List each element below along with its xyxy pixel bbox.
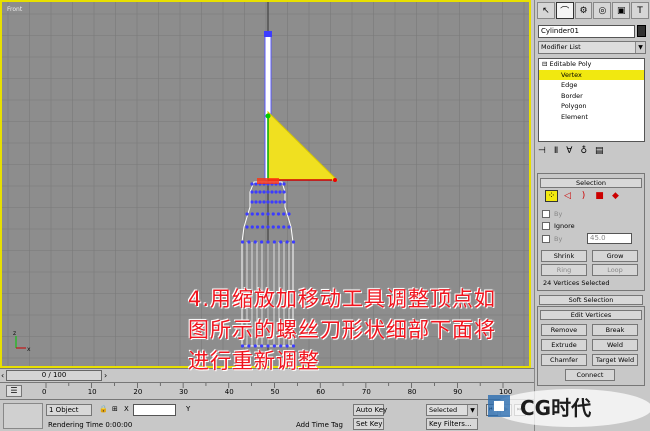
axis-tripod: z x [13, 330, 31, 353]
set-key-button[interactable]: Set Key [353, 418, 384, 430]
tick-label: 10 [87, 388, 97, 396]
viewport-label[interactable]: Front [7, 6, 22, 13]
gizmo-x-handle [333, 178, 337, 182]
svg-text:z: z [13, 330, 16, 337]
chevron-down-icon: ▼ [467, 405, 477, 416]
key-filters-button[interactable]: Key Filters... [426, 418, 478, 430]
by-vertex-label: By [554, 210, 563, 218]
tick-label: 30 [179, 388, 189, 396]
vertex-mode-icon[interactable]: ⁘ [545, 190, 558, 202]
rendering-time: Rendering Time 0:00:00 [48, 421, 133, 429]
ring-button[interactable]: Ring [541, 264, 587, 276]
grow-button[interactable]: Grow [592, 250, 638, 262]
make-unique-icon[interactable]: ∀ [566, 146, 572, 160]
tick-label: 0 [42, 388, 47, 396]
track-bar[interactable]: ☰ 0 10 20 30 40 50 60 70 80 90 100 [0, 382, 534, 399]
tick-label: 20 [133, 388, 143, 396]
stack-item-vertex[interactable]: Vertex [539, 69, 644, 80]
motion-tab-icon[interactable]: ◎ [593, 2, 612, 19]
command-panel-tabs: ↖ ⌒ ⚙ ◎ ▣ T [537, 2, 649, 20]
configure-sets-icon[interactable]: ▤ [595, 146, 604, 160]
display-tab-icon[interactable]: ▣ [612, 2, 631, 19]
stack-item-border[interactable]: Border [539, 91, 644, 102]
prev-frame-icon[interactable]: ‹ [1, 371, 4, 380]
caption-line-3: 进行重新调整 [188, 349, 320, 373]
stack-toolbar: ⊣ Ⅱ ∀ ♁ ▤ [538, 146, 646, 160]
utilities-tab-icon[interactable]: T [631, 2, 649, 19]
remove-modifier-icon[interactable]: ♁ [580, 146, 587, 160]
stack-item-edge[interactable]: Edge [539, 80, 644, 91]
ignore-backfacing-checkbox[interactable] [542, 222, 550, 230]
add-time-tag[interactable]: Add Time Tag [296, 421, 343, 429]
x-coord-label: X [124, 405, 129, 413]
create-tab-icon[interactable]: ↖ [537, 2, 555, 19]
element-mode-icon[interactable]: ◆ [609, 190, 622, 202]
loop-button[interactable]: Loop [592, 264, 638, 276]
polygon-mode-icon[interactable]: ■ [593, 190, 606, 202]
by-angle-label: By [554, 235, 563, 243]
pin-stack-icon[interactable]: ⊣ [538, 146, 546, 160]
object-name-field[interactable]: Cylinder01 [538, 25, 635, 38]
selection-count: 1 Object [46, 404, 92, 416]
shaft-tip-vertices [264, 31, 272, 37]
tick-label: 60 [316, 388, 326, 396]
stack-item-polygon[interactable]: Polygon [539, 101, 644, 112]
object-color-swatch[interactable] [637, 25, 646, 37]
tutorial-caption: 4.用缩放加移动工具调整顶点如 图所示的螺丝刀形状细部下面将 进行重新调整 [188, 284, 648, 377]
show-end-result-icon[interactable]: Ⅱ [554, 146, 558, 160]
stack-item-editable-poly[interactable]: ⊟ Editable Poly [539, 59, 644, 70]
hierarchy-tab-icon[interactable]: ⚙ [574, 2, 593, 19]
auto-key-button[interactable]: Auto Key [353, 404, 387, 416]
border-mode-icon[interactable]: ) [577, 190, 590, 202]
ignore-backfacing-label: Ignore [554, 222, 575, 230]
gizmo-y-handle [265, 113, 271, 119]
x-coord-field[interactable] [133, 404, 176, 416]
svg-text:x: x [27, 346, 31, 353]
selection-rollout-title[interactable]: Selection [540, 178, 642, 188]
selected-vertices [257, 178, 279, 184]
edge-mode-icon[interactable]: ◁ [561, 190, 574, 202]
by-vertex-checkbox[interactable] [542, 210, 550, 218]
key-mode-label: Selected [429, 406, 458, 414]
tick-label: 90 [453, 388, 463, 396]
transform-gizmo-plane [267, 110, 339, 181]
modifier-stack[interactable]: ⊟ Editable Poly Vertex Edge Border Polygon El… [538, 58, 645, 142]
time-slider[interactable]: 0 / 100 [6, 370, 102, 381]
modifier-list-label: Modifier List [541, 43, 581, 51]
tick-label: 80 [407, 388, 417, 396]
selection-title-label: Selection [576, 179, 606, 187]
absolute-mode-icon[interactable]: ⊞ [112, 405, 118, 413]
maxscript-listener[interactable] [3, 403, 43, 429]
y-coord-label: Y [186, 405, 191, 413]
lock-icon[interactable]: 🔒 [99, 405, 108, 413]
stack-item-element[interactable]: Element [539, 112, 644, 123]
tick-label: 70 [361, 388, 371, 396]
caption-line-1: 4.用缩放加移动工具调整顶点如 [188, 287, 497, 311]
next-frame-icon[interactable]: › [104, 371, 107, 380]
key-mode-dropdown[interactable]: Selected ▼ [426, 404, 478, 416]
modify-tab-icon[interactable]: ⌒ [555, 2, 574, 19]
by-angle-checkbox[interactable] [542, 235, 550, 243]
tick-label: 50 [270, 388, 280, 396]
modifier-list-dropdown[interactable]: Modifier List ▼ [538, 41, 646, 54]
logo-text: CG时代 [520, 396, 592, 420]
shrink-button[interactable]: Shrink [541, 250, 587, 262]
caption-line-2: 图所示的螺丝刀形状细部下面将 [188, 318, 496, 342]
tick-label: 40 [224, 388, 234, 396]
chevron-down-icon: ▼ [635, 42, 645, 53]
status-bar: 1 Object 🔒 ⊞ X Y Auto Key Selected ▼ Set… [0, 399, 534, 431]
angle-spinner[interactable]: 45.0 [587, 233, 632, 244]
